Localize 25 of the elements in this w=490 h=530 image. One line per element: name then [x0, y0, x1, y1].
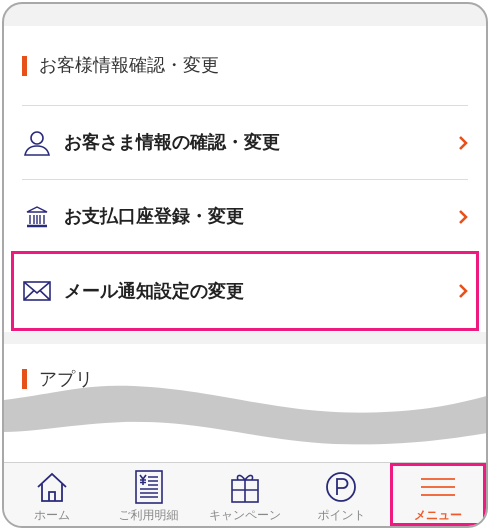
menu-icon: [420, 477, 455, 497]
section-title: アプリ: [39, 368, 93, 392]
tab[interactable]: ポイント: [293, 463, 390, 526]
item-label: お支払口座登録・変更: [64, 205, 245, 229]
tab[interactable]: メニュー: [390, 463, 486, 526]
home-icon: [36, 471, 68, 503]
accent-bar: [22, 56, 27, 76]
item-label: メール通知設定の変更: [64, 280, 245, 304]
document-icon: [134, 470, 163, 504]
person-icon: [23, 128, 51, 156]
point-icon: [325, 471, 358, 503]
section-title: お客様情報確認・変更: [39, 54, 219, 78]
menu-item[interactable]: メール通知設定の変更: [14, 254, 476, 328]
tab[interactable]: ホーム: [4, 463, 100, 526]
menu-item[interactable]: お客さま情報の確認・変更: [22, 106, 468, 180]
chevron-icon: [458, 136, 468, 150]
tab[interactable]: キャンペーン: [196, 463, 294, 526]
item-label: お客さま情報の確認・変更: [64, 131, 281, 155]
mail-icon: [23, 281, 51, 301]
menu-item[interactable]: お支払口座登録・変更: [22, 180, 468, 254]
chevron-icon: [458, 284, 468, 298]
chevron-icon: [458, 210, 468, 224]
tab[interactable]: ご利用明細: [100, 463, 197, 526]
bank-icon: [25, 204, 49, 228]
accent-bar: [22, 369, 27, 389]
